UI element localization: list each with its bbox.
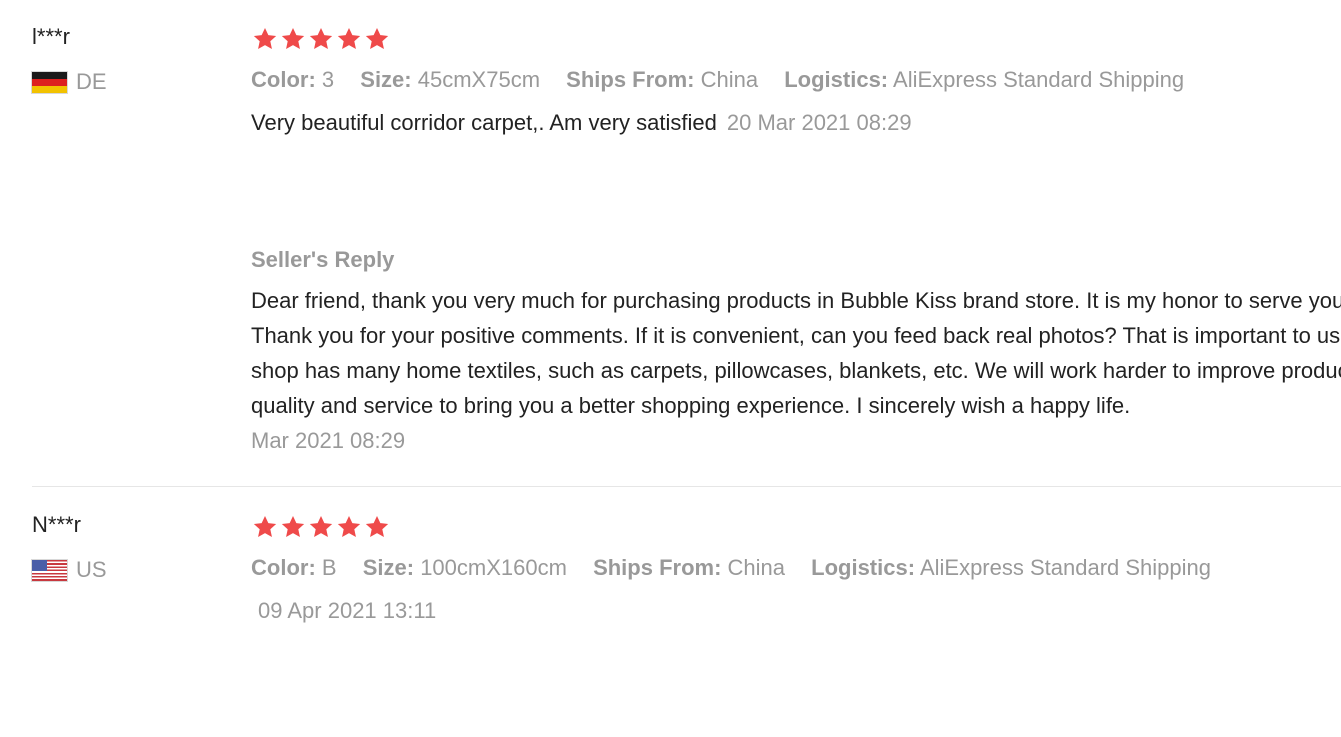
review-item: l***r DE Color: 3 Size: 45cmX75cm Ships …: [0, 0, 1341, 486]
attribute-ships-from: Ships From: China: [593, 555, 786, 580]
country-code: DE: [76, 69, 107, 94]
country-code: US: [76, 557, 107, 582]
star-icon: [308, 514, 334, 540]
attribute-size: Size: 100cmX160cm: [362, 555, 567, 580]
review-date: 20 Mar 2021 08:29: [726, 110, 912, 135]
reviewer-name: l***r: [32, 24, 70, 49]
review-body: Very beautiful corridor carpet,. Am very…: [251, 110, 717, 135]
star-icon: [336, 514, 362, 540]
star-icon: [364, 26, 390, 52]
seller-reply-date: Mar 2021 08:29: [251, 428, 406, 453]
star-icon: [336, 26, 362, 52]
usa-flag-icon: [32, 559, 67, 581]
reviewer-country: DE: [32, 69, 107, 95]
germany-flag-icon: [32, 71, 67, 93]
star-icon: [364, 514, 390, 540]
attribute-logistics: Logistics: AliExpress Standard Shipping: [811, 555, 1212, 580]
order-attributes: Color: B Size: 100cmX160cm Ships From: C…: [251, 555, 1231, 581]
star-icon: [308, 26, 334, 52]
attribute-size: Size: 45cmX75cm: [360, 67, 541, 92]
attribute-color: Color: B: [251, 555, 337, 580]
attribute-ships-from: Ships From: China: [566, 67, 759, 92]
attribute-logistics: Logistics: AliExpress Standard Shipping: [784, 67, 1185, 92]
star-rating: [252, 514, 390, 540]
star-icon: [252, 514, 278, 540]
review-item: N***r US Color: B Size: 100cmX160cm Ship…: [0, 487, 1341, 737]
star-rating: [252, 26, 390, 52]
seller-reply-text: Dear friend, thank you very much for pur…: [251, 288, 1341, 418]
star-icon: [280, 26, 306, 52]
seller-reply-title: Seller's Reply: [251, 247, 395, 272]
star-icon: [280, 514, 306, 540]
reviewer-country: US: [32, 557, 107, 583]
review-date: 09 Apr 2021 13:11: [258, 598, 437, 623]
review-text: Very beautiful corridor carpet,. Am very…: [251, 110, 912, 136]
reviewer-name: N***r: [32, 512, 81, 537]
order-attributes: Color: 3 Size: 45cmX75cm Ships From: Chi…: [251, 67, 1204, 93]
star-icon: [252, 26, 278, 52]
attribute-color: Color: 3: [251, 67, 335, 92]
